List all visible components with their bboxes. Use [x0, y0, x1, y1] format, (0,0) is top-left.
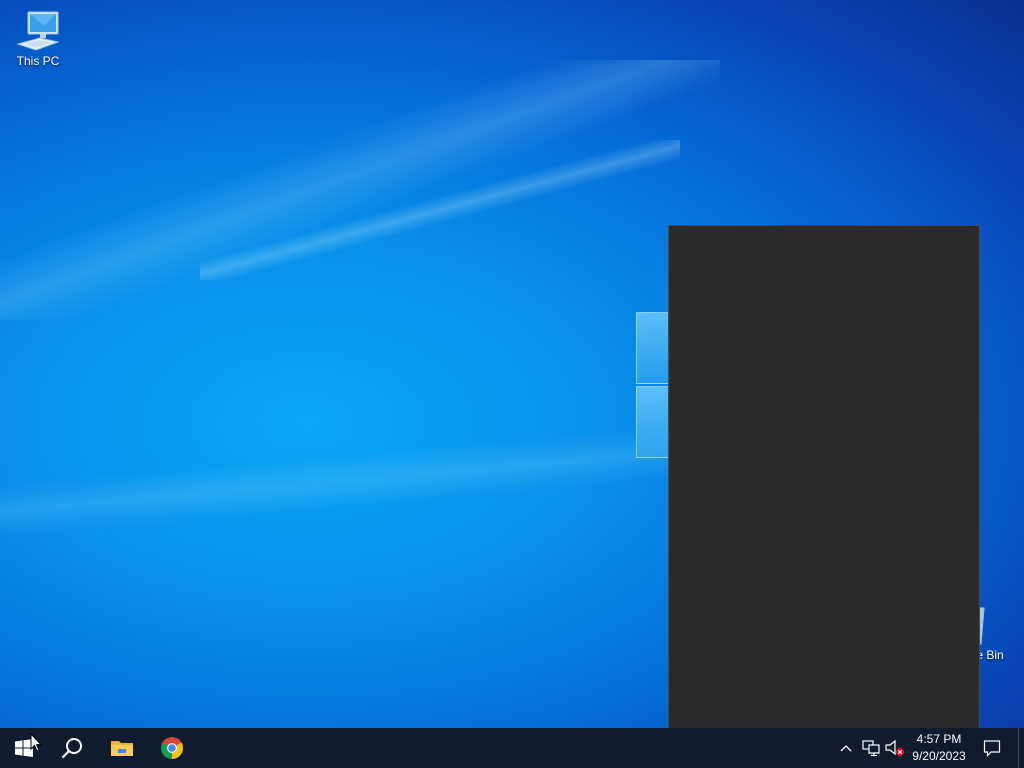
computer-icon: [16, 11, 60, 51]
volume-muted-icon: [885, 739, 904, 756]
mouse-cursor-icon: [30, 733, 42, 752]
wallpaper-light-ray: [200, 140, 680, 280]
wallpaper-light-ray: [0, 380, 720, 580]
action-center-icon: [983, 740, 1001, 757]
tray-network-button[interactable]: [860, 728, 882, 768]
clock-date: 9/20/2023: [912, 749, 966, 763]
clock-time: 4:57 PM: [916, 732, 962, 746]
wallpaper-light-ray: [0, 60, 720, 320]
taskbar-flyout-panel[interactable]: [668, 225, 980, 759]
desktop[interactable]: This PC Recycle Bin: [0, 0, 1024, 768]
chrome-icon: [161, 737, 183, 759]
taskbar-file-explorer[interactable]: [98, 728, 146, 768]
show-desktop-button[interactable]: [1018, 728, 1024, 768]
desktop-icon-this-pc[interactable]: This PC: [0, 8, 76, 68]
taskbar: 4:57 PM 9/20/2023: [0, 728, 1024, 768]
folder-icon: [111, 741, 133, 756]
network-icon: [862, 740, 880, 756]
taskbar-chrome[interactable]: [148, 728, 196, 768]
chevron-up-icon: [840, 745, 852, 752]
search-icon: [61, 738, 82, 759]
tray-volume-button[interactable]: [884, 728, 906, 768]
tray-overflow-button[interactable]: [836, 728, 856, 768]
desktop-icon-label: This PC: [16, 54, 60, 68]
taskbar-clock[interactable]: 4:57 PM 9/20/2023: [904, 728, 974, 768]
action-center-button[interactable]: [980, 728, 1004, 768]
search-button[interactable]: [48, 728, 96, 768]
